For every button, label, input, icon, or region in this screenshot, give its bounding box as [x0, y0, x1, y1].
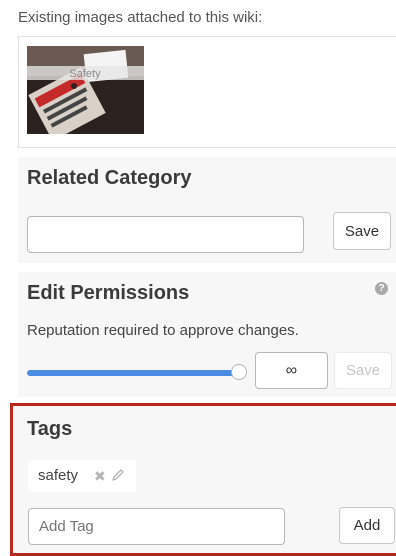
safety-tag-image: Safety: [27, 46, 144, 134]
related-category-title: Related Category: [27, 167, 192, 189]
reputation-slider-fill: [27, 370, 239, 376]
reputation-slider-handle[interactable]: [231, 364, 247, 380]
add-tag-input[interactable]: [28, 508, 285, 545]
edit-tag-icon[interactable]: [111, 468, 125, 487]
related-category-save-button[interactable]: Save: [333, 212, 391, 250]
tag-chip[interactable]: safety ✖: [28, 460, 136, 492]
permissions-description: Reputation required to approve changes.: [27, 322, 299, 339]
tags-title: Tags: [27, 418, 73, 440]
add-tag-button[interactable]: Add: [339, 507, 395, 544]
attached-image-thumbnail[interactable]: Safety: [27, 46, 144, 134]
reputation-value-field[interactable]: ∞: [255, 352, 328, 389]
related-category-input[interactable]: [27, 216, 304, 253]
remove-tag-icon[interactable]: ✖: [94, 468, 106, 485]
permissions-save-button[interactable]: Save: [334, 352, 392, 389]
reputation-slider-track[interactable]: [27, 370, 239, 376]
image-gallery: Safety: [18, 36, 396, 148]
edit-permissions-panel: Edit Permissions ? Reputation required t…: [18, 272, 396, 397]
edit-permissions-title: Edit Permissions: [27, 282, 190, 304]
thumbnail-caption: Safety: [69, 68, 101, 80]
existing-images-label: Existing images attached to this wiki:: [18, 9, 263, 26]
help-icon[interactable]: ?: [375, 282, 388, 295]
tags-panel: Tags safety ✖ Add: [10, 403, 396, 556]
related-category-panel: Related Category Save: [18, 157, 396, 263]
tag-label: safety: [38, 467, 79, 484]
